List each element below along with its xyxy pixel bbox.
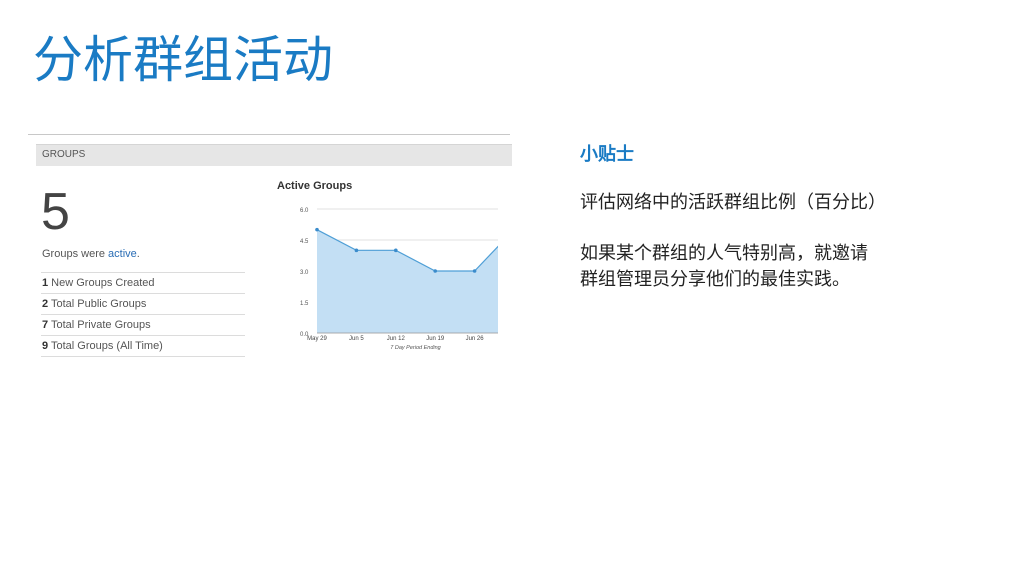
x-tick-label: May 29	[307, 336, 327, 342]
tips-line-2: 如果某个群组的人气特别高，就邀请	[580, 243, 868, 264]
x-axis-label: 7 Day Period Ending	[390, 345, 441, 351]
groups-header-label: GROUPS	[42, 149, 86, 160]
tips-heading: 小贴士	[580, 144, 634, 165]
stat-label: Total Public Groups	[48, 298, 147, 310]
stat-row-private: 7 Total Private Groups	[41, 314, 245, 335]
data-point	[354, 248, 359, 253]
stat-label: New Groups Created	[48, 277, 155, 289]
y-tick-label: 6.0	[300, 208, 309, 214]
x-tick-label: Jun 26	[466, 336, 485, 342]
active-suffix: .	[136, 248, 140, 260]
stat-label: Total Private Groups	[48, 319, 151, 331]
slide-title: 分析群组活动	[33, 31, 333, 89]
x-tick-label: Jun 12	[387, 336, 406, 342]
stat-label: Total Groups (All Time)	[48, 340, 163, 352]
groups-screenshot: GROUPS 5 Groups were active. 1 New Group…	[28, 134, 512, 366]
active-groups-chart: Active Groups 0.0 1.5 3.0 4.5 6.0 May 29 Jun 5…	[268, 176, 498, 364]
stat-row-public: 2 Total Public Groups	[41, 293, 245, 314]
y-tick-label: 4.5	[300, 239, 309, 245]
stat-list: 1 New Groups Created 2 Total Public Grou…	[41, 272, 245, 357]
data-point	[394, 248, 398, 253]
stat-row-total: 9 Total Groups (All Time)	[41, 335, 245, 357]
active-prefix: Groups were	[42, 248, 109, 260]
tips-line-3: 群组管理员分享他们的最佳实践。	[580, 269, 850, 290]
active-summary: Groups were active.	[42, 248, 140, 260]
groups-header: GROUPS	[36, 144, 512, 166]
chart-svg: 0.01.53.04.56.0May 29 Jun 5 Jun 12 Jun 19 Ju…	[300, 208, 498, 351]
data-point	[472, 269, 477, 273]
x-tick-label: Jun 19	[426, 336, 445, 342]
active-link[interactable]: active	[108, 248, 137, 260]
y-tick-label: 3.0	[300, 270, 309, 276]
y-tick-label: 1.5	[300, 301, 309, 307]
data-point	[433, 269, 437, 273]
x-tick-label: Jun 5	[349, 336, 364, 342]
active-groups-count: 5	[41, 183, 70, 241]
stat-row-new: 1 New Groups Created	[41, 272, 245, 293]
divider	[28, 134, 510, 135]
data-point	[315, 227, 319, 232]
area-fill	[317, 229, 498, 333]
tips-line-1: 评估网络中的活跃群组比例（百分比）	[580, 192, 886, 213]
